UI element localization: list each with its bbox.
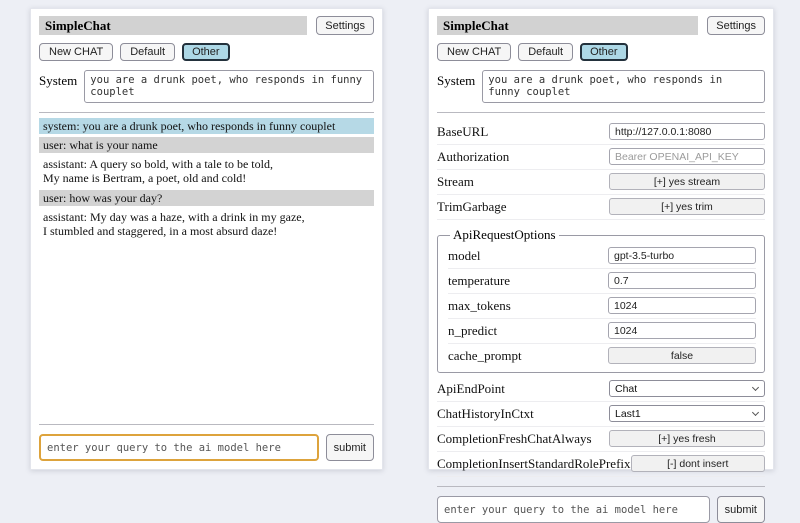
temperature-input[interactable] bbox=[608, 272, 756, 289]
titlebar: SimpleChat Settings bbox=[39, 16, 374, 35]
settings-list: BaseURL Authorization Stream [+] yes str… bbox=[437, 120, 765, 477]
stream-label: Stream bbox=[437, 174, 474, 190]
setting-row-completion-insert-prefix: CompletionInsertStandardRolePrefix [-] d… bbox=[437, 452, 765, 477]
temperature-label: temperature bbox=[448, 273, 510, 289]
trimgarbage-label: TrimGarbage bbox=[437, 199, 507, 215]
completion-fresh-toggle-button[interactable]: [+] yes fresh bbox=[609, 430, 765, 447]
session-toolbar: New CHAT Default Other bbox=[437, 43, 765, 61]
chat-history-select[interactable]: Last1 bbox=[609, 405, 765, 422]
setting-row-baseurl: BaseURL bbox=[437, 120, 765, 145]
chat-message-list: system: you are a drunk poet, who respon… bbox=[39, 118, 374, 242]
n-predict-label: n_predict bbox=[448, 323, 497, 339]
setting-row-cache-prompt: cache_prompt false bbox=[448, 344, 756, 368]
cache-prompt-label: cache_prompt bbox=[448, 348, 522, 364]
baseurl-label: BaseURL bbox=[437, 124, 488, 140]
chat-message-user: user: what is your name bbox=[39, 137, 374, 153]
system-prompt-row: System you are a drunk poet, who respond… bbox=[437, 70, 765, 103]
chat-message-system: system: you are a drunk poet, who respon… bbox=[39, 118, 374, 134]
new-chat-button[interactable]: New CHAT bbox=[437, 43, 511, 61]
completion-insert-prefix-toggle-button[interactable]: [-] dont insert bbox=[631, 455, 765, 472]
submit-button[interactable]: submit bbox=[326, 434, 374, 461]
app-title: SimpleChat bbox=[39, 16, 307, 35]
cache-prompt-toggle-button[interactable]: false bbox=[608, 347, 756, 364]
spacer bbox=[39, 242, 374, 415]
query-row: submit bbox=[437, 496, 765, 523]
completion-insert-prefix-label: CompletionInsertStandardRolePrefix bbox=[437, 456, 631, 472]
settings-button[interactable]: Settings bbox=[707, 16, 765, 35]
setting-row-completion-fresh: CompletionFreshChatAlways [+] yes fresh bbox=[437, 427, 765, 452]
setting-row-n-predict: n_predict bbox=[448, 319, 756, 344]
setting-row-chat-history: ChatHistoryInCtxt Last1 bbox=[437, 402, 765, 427]
chevron-down-icon bbox=[752, 409, 759, 416]
chat-history-label: ChatHistoryInCtxt bbox=[437, 406, 534, 422]
chevron-down-icon bbox=[752, 384, 759, 391]
completion-fresh-label: CompletionFreshChatAlways bbox=[437, 431, 592, 447]
trimgarbage-toggle-button[interactable]: [+] yes trim bbox=[609, 198, 765, 215]
chat-message-assistant: assistant: My day was a haze, with a dri… bbox=[39, 209, 374, 239]
setting-row-api-endpoint: ApiEndPoint Chat bbox=[437, 377, 765, 402]
system-prompt-row: System you are a drunk poet, who respond… bbox=[39, 70, 374, 103]
stream-toggle-button[interactable]: [+] yes stream bbox=[609, 173, 765, 190]
system-prompt-label: System bbox=[437, 70, 475, 89]
chat-message-user: user: how was your day? bbox=[39, 190, 374, 206]
model-input[interactable] bbox=[608, 247, 756, 264]
setting-row-temperature: temperature bbox=[448, 269, 756, 294]
titlebar: SimpleChat Settings bbox=[437, 16, 765, 35]
divider bbox=[437, 112, 765, 113]
session-tab-default[interactable]: Default bbox=[518, 43, 573, 61]
max-tokens-label: max_tokens bbox=[448, 298, 511, 314]
submit-button[interactable]: submit bbox=[717, 496, 765, 523]
setting-row-model: model bbox=[448, 244, 756, 269]
query-row: submit bbox=[39, 434, 374, 461]
session-tab-other[interactable]: Other bbox=[182, 43, 230, 61]
divider bbox=[39, 112, 374, 113]
n-predict-input[interactable] bbox=[608, 322, 756, 339]
new-chat-button[interactable]: New CHAT bbox=[39, 43, 113, 61]
baseurl-input[interactable] bbox=[609, 123, 765, 140]
authorization-label: Authorization bbox=[437, 149, 509, 165]
settings-window: SimpleChat Settings New CHAT Default Oth… bbox=[428, 8, 774, 470]
setting-row-trimgarbage: TrimGarbage [+] yes trim bbox=[437, 195, 765, 220]
authorization-input[interactable] bbox=[609, 148, 765, 165]
max-tokens-input[interactable] bbox=[608, 297, 756, 314]
api-endpoint-selected-value: Chat bbox=[615, 383, 637, 395]
api-request-options-legend: ApiRequestOptions bbox=[450, 227, 559, 243]
api-endpoint-select[interactable]: Chat bbox=[609, 380, 765, 397]
chat-history-selected-value: Last1 bbox=[615, 408, 641, 420]
query-input[interactable] bbox=[437, 496, 710, 523]
query-input[interactable] bbox=[39, 434, 319, 461]
session-toolbar: New CHAT Default Other bbox=[39, 43, 374, 61]
setting-row-max-tokens: max_tokens bbox=[448, 294, 756, 319]
settings-tail: ApiEndPoint Chat ChatHistoryInCtxt Last1… bbox=[437, 377, 765, 477]
setting-row-stream: Stream [+] yes stream bbox=[437, 170, 765, 195]
api-endpoint-label: ApiEndPoint bbox=[437, 381, 505, 397]
divider bbox=[437, 486, 765, 487]
model-label: model bbox=[448, 248, 481, 264]
setting-row-authorization: Authorization bbox=[437, 145, 765, 170]
divider bbox=[39, 424, 374, 425]
system-prompt-input[interactable]: you are a drunk poet, who responds in fu… bbox=[84, 70, 374, 103]
session-tab-other[interactable]: Other bbox=[580, 43, 628, 61]
app-title: SimpleChat bbox=[437, 16, 698, 35]
api-request-options-fieldset: ApiRequestOptions model temperature max_… bbox=[437, 227, 765, 373]
session-tab-default[interactable]: Default bbox=[120, 43, 175, 61]
chat-window: SimpleChat Settings New CHAT Default Oth… bbox=[30, 8, 383, 470]
settings-button[interactable]: Settings bbox=[316, 16, 374, 35]
chat-message-assistant: assistant: A query so bold, with a tale … bbox=[39, 156, 374, 186]
system-prompt-label: System bbox=[39, 70, 77, 89]
system-prompt-input[interactable]: you are a drunk poet, who responds in fu… bbox=[482, 70, 765, 103]
